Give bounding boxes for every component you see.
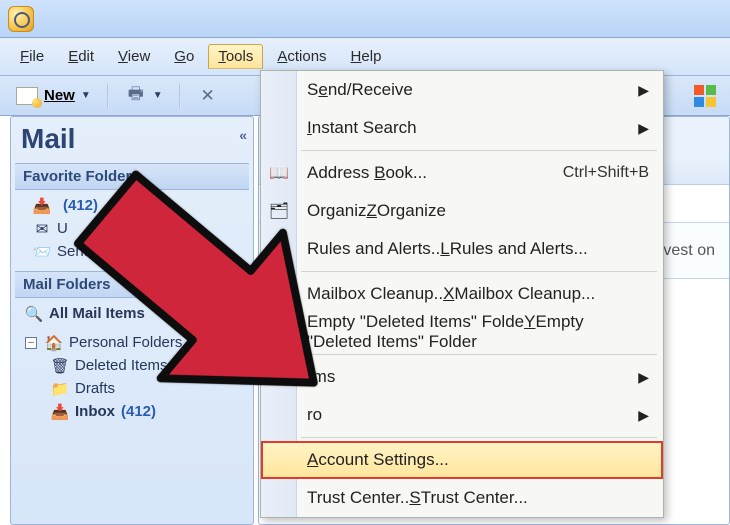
unread-icon: ✉ xyxy=(33,221,51,237)
book-icon: 📖 xyxy=(268,163,290,183)
menu-item-account-settings[interactable]: Account Settings... xyxy=(261,441,663,479)
fav-inbox[interactable]: 📥 (412) xyxy=(31,194,245,217)
inbox-icon: 📥 xyxy=(33,198,51,214)
folder-deleted-items[interactable]: 🗑Deleted Items xyxy=(49,354,245,377)
menu-file[interactable]: File xyxy=(10,44,54,69)
new-mail-icon xyxy=(16,87,38,105)
menu-item-trust-center[interactable]: Trust Center..STrust Center... xyxy=(261,479,663,517)
submenu-arrow-icon: ▶ xyxy=(638,120,649,137)
submenu-arrow-icon: ▶ xyxy=(638,82,649,99)
submenu-arrow-icon: ▶ xyxy=(638,369,649,386)
menu-go[interactable]: Go xyxy=(164,44,204,69)
menu-help[interactable]: Help xyxy=(341,44,392,69)
toolbar-separator xyxy=(107,84,109,108)
collapse-chevrons-icon[interactable]: « xyxy=(239,127,243,143)
menu-separator xyxy=(301,150,657,151)
dropdown-arrow-icon[interactable]: ▼ xyxy=(81,90,91,101)
sent-icon: 📨 xyxy=(33,244,51,260)
categories-grid-icon xyxy=(694,85,716,107)
print-button[interactable]: 🖶 ▼ xyxy=(117,83,171,109)
personal-folders-root[interactable]: – 🏠 Personal Folders xyxy=(23,331,245,354)
trash-icon: 🗑 xyxy=(51,358,69,374)
fav-sent-items[interactable]: 📨Sent xyxy=(31,240,245,263)
menu-item-address-book[interactable]: 📖Address Book...Ctrl+Shift+B xyxy=(261,154,663,192)
tools-menu-dropdown: Send/Receive▶Instant Search▶ 📖Address Boo… xyxy=(260,70,664,518)
folder-icon: 📁 xyxy=(51,381,69,397)
menu-item-forms[interactable]: rms▶ xyxy=(261,358,663,396)
titlebar xyxy=(0,0,730,38)
menu-tools[interactable]: Tools xyxy=(208,44,263,69)
tree-collapse-icon[interactable]: – xyxy=(25,337,37,349)
search-icon: 🔍 xyxy=(25,306,43,322)
outlook-app-icon xyxy=(8,6,34,32)
favorite-folders-header[interactable]: Favorite Folders xyxy=(15,163,249,190)
all-mail-items[interactable]: 🔍 All Mail Items xyxy=(23,302,245,325)
menu-separator xyxy=(301,437,657,438)
menu-item-empty-deleted-items-folder[interactable]: Empty "Deleted Items" FoldeYEmpty "Delet… xyxy=(261,313,663,351)
home-folder-icon: 🏠 xyxy=(45,335,63,351)
mail-folders-list: 🔍 All Mail Items – 🏠 Personal Folders 🗑D… xyxy=(15,298,249,431)
navigation-pane: Mail « Favorite Folders 📥 (412)✉U📨Sent M… xyxy=(10,116,254,525)
folder-inbox[interactable]: 📥Inbox (412) xyxy=(49,400,245,423)
dropdown-arrow-icon[interactable]: ▼ xyxy=(153,90,163,101)
menu-edit[interactable]: Edit xyxy=(58,44,104,69)
shortcut-text: Ctrl+Shift+B xyxy=(563,164,649,182)
folder-drafts[interactable]: 📁Drafts xyxy=(49,377,245,400)
menu-separator xyxy=(301,271,657,272)
fav-unread-mail[interactable]: ✉U xyxy=(31,217,245,240)
mail-folders-header[interactable]: Mail Folders xyxy=(15,271,249,298)
favorite-folders-list: 📥 (412)✉U📨Sent xyxy=(15,190,249,271)
content-fragment: vest on xyxy=(663,242,715,260)
menu-separator xyxy=(301,354,657,355)
organize-icon: 🗂 xyxy=(268,201,290,221)
menu-item-mailbox-cleanup[interactable]: Mailbox Cleanup..XMailbox Cleanup... xyxy=(261,275,663,313)
menu-item-macro[interactable]: ro▶ xyxy=(261,396,663,434)
menu-view[interactable]: View xyxy=(108,44,160,69)
new-button[interactable]: New ▼ xyxy=(8,84,99,108)
menu-actions[interactable]: Actions xyxy=(267,44,336,69)
delete-icon: ✕ xyxy=(197,86,219,106)
menu-item-rules-and-alerts[interactable]: Rules and Alerts..LRules and Alerts... xyxy=(261,230,663,268)
toolbar-separator xyxy=(179,84,181,108)
submenu-arrow-icon: ▶ xyxy=(638,407,649,424)
nav-title: Mail « xyxy=(15,121,249,163)
delete-button[interactable]: ✕ xyxy=(189,83,227,109)
inbox-icon: 📥 xyxy=(51,404,69,420)
menu-item-send-receive[interactable]: Send/Receive▶ xyxy=(261,71,663,109)
menu-item-organize[interactable]: 🗂OrganizZOrganize xyxy=(261,192,663,230)
categories-button[interactable] xyxy=(686,82,724,110)
menu-item-instant-search[interactable]: Instant Search▶ xyxy=(261,109,663,147)
new-button-label: New xyxy=(44,87,75,104)
print-icon: 🖶 xyxy=(125,86,147,106)
